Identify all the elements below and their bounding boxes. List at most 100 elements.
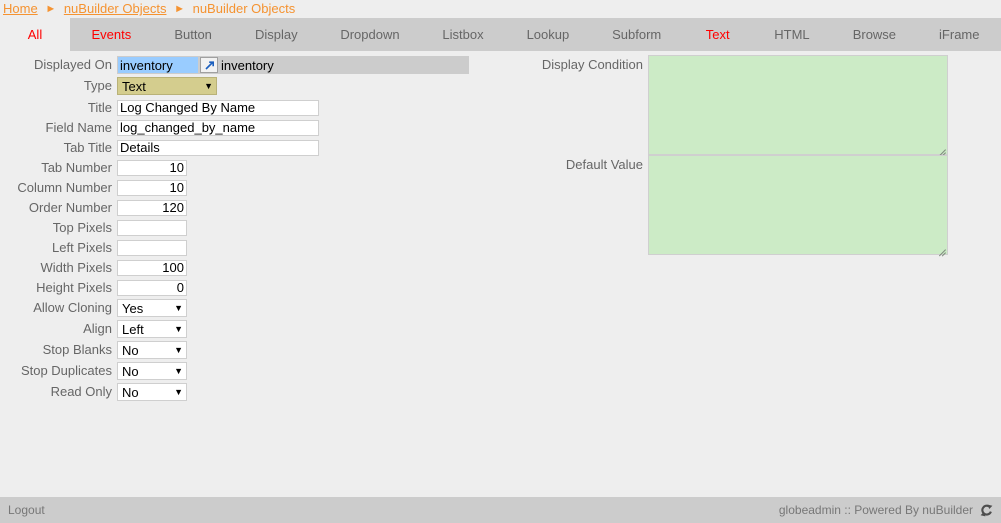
- field-type: Type Text ▼: [0, 76, 217, 96]
- tab-label: Listbox: [442, 27, 484, 42]
- align-value: Left: [122, 321, 144, 337]
- breadcrumb-separator-icon: ►: [174, 3, 185, 15]
- field-stop-duplicates: Stop Duplicates No ▼: [0, 361, 187, 381]
- field-label-tab-number: Tab Number: [41, 160, 112, 175]
- chevron-down-icon: ▼: [174, 323, 183, 334]
- tab-label: Lookup: [526, 27, 570, 42]
- type-select-value: Text: [122, 78, 146, 94]
- tab-listbox[interactable]: Listbox: [421, 18, 505, 51]
- field-label-display-condition: Display Condition: [541, 57, 643, 72]
- tab-label: Display: [254, 27, 298, 42]
- tab-label: HTML: [774, 27, 810, 42]
- field-align: Align Left ▼: [0, 319, 187, 339]
- tab-lookup[interactable]: Lookup: [505, 18, 591, 51]
- tab-label: Dropdown: [340, 27, 400, 42]
- title-input[interactable]: [117, 100, 319, 116]
- breadcrumb-item-home[interactable]: Home: [3, 1, 38, 16]
- tab-subform[interactable]: Subform: [591, 18, 683, 51]
- top-pixels-input[interactable]: [117, 220, 187, 236]
- order-number-input[interactable]: [117, 200, 187, 216]
- logout-button[interactable]: Logout: [8, 503, 45, 517]
- footer-bar: Logout globeadmin :: Powered By nuBuilde…: [0, 497, 1001, 523]
- tab-number-input[interactable]: [117, 160, 187, 176]
- breadcrumb-item-current: nuBuilder Objects: [192, 1, 296, 16]
- display-condition-textarea-wrap: [648, 55, 948, 155]
- tab-dropdown[interactable]: Dropdown: [319, 18, 421, 51]
- field-allow-cloning: Allow Cloning Yes ▼: [0, 298, 187, 318]
- field-tab-title: Tab Title: [0, 138, 319, 158]
- field-label-top-pixels: Top Pixels: [52, 220, 112, 235]
- breadcrumb-item-nubuilder-objects[interactable]: nuBuilder Objects: [64, 1, 167, 16]
- display-condition-textarea[interactable]: [649, 56, 947, 154]
- field-left-pixels: Left Pixels: [0, 238, 187, 258]
- stop-blanks-value: No: [122, 342, 139, 358]
- field-top-pixels: Top Pixels: [0, 218, 187, 238]
- stop-blanks-select[interactable]: No ▼: [117, 341, 187, 359]
- read-only-select[interactable]: No ▼: [117, 383, 187, 401]
- refresh-icon[interactable]: [980, 504, 993, 517]
- tab-label: All: [27, 27, 43, 42]
- field-label-height-pixels: Height Pixels: [36, 280, 112, 295]
- tab-html[interactable]: HTML: [753, 18, 832, 51]
- width-pixels-input[interactable]: [117, 260, 187, 276]
- tab-title-input[interactable]: [117, 140, 319, 156]
- tab-label: Button: [174, 27, 212, 42]
- tab-label: Subform: [612, 27, 662, 42]
- field-order-number: Order Number: [0, 198, 187, 218]
- tab-button[interactable]: Button: [153, 18, 234, 51]
- tab-label: iFrame: [939, 27, 980, 42]
- type-select[interactable]: Text ▼: [117, 77, 217, 95]
- tab-bar: All Events Button Display Dropdown Listb…: [0, 18, 1001, 51]
- chevron-down-icon: ▼: [174, 344, 183, 355]
- field-stop-blanks: Stop Blanks No ▼: [0, 340, 187, 360]
- lookup-arrow-icon: [204, 60, 214, 70]
- field-label-order-number: Order Number: [28, 200, 112, 215]
- displayed-on-code-input[interactable]: [118, 57, 198, 73]
- displayed-on-description: inventory: [221, 57, 274, 73]
- stop-duplicates-value: No: [122, 363, 139, 379]
- field-label-stop-blanks: Stop Blanks: [42, 342, 112, 357]
- chevron-down-icon: ▼: [174, 365, 183, 376]
- column-number-input[interactable]: [117, 180, 187, 196]
- field-label-width-pixels: Width Pixels: [40, 260, 112, 275]
- field-display-condition: Display Condition: [523, 55, 948, 155]
- field-tab-number: Tab Number: [0, 158, 187, 178]
- tab-display[interactable]: Display: [233, 18, 319, 51]
- tab-all[interactable]: All: [0, 18, 70, 51]
- field-label-displayed-on: Displayed On: [33, 57, 112, 72]
- footer-right-group: globeadmin :: Powered By nuBuilder: [779, 503, 993, 517]
- tab-iframe[interactable]: iFrame: [918, 18, 1001, 51]
- read-only-value: No: [122, 384, 139, 400]
- field-name-input[interactable]: [117, 120, 319, 136]
- field-label-tab-title: Tab Title: [63, 140, 112, 155]
- left-pixels-input[interactable]: [117, 240, 187, 256]
- field-default-value: Default Value: [523, 155, 948, 255]
- resize-handle-icon[interactable]: [935, 142, 946, 153]
- tab-text[interactable]: Text: [683, 18, 753, 51]
- tab-label: Browse: [852, 27, 897, 42]
- tab-label: Text: [705, 27, 730, 42]
- breadcrumb: Home ► nuBuilder Objects ► nuBuilder Obj…: [0, 0, 1001, 18]
- field-height-pixels: Height Pixels: [0, 278, 187, 298]
- default-value-textarea[interactable]: [649, 156, 947, 254]
- field-label-default-value: Default Value: [565, 157, 643, 172]
- lookup-button[interactable]: [200, 57, 218, 73]
- resize-handle-icon[interactable]: [935, 242, 946, 253]
- height-pixels-input[interactable]: [117, 280, 187, 296]
- tab-label: Events: [91, 27, 132, 42]
- field-width-pixels: Width Pixels: [0, 258, 187, 278]
- field-column-number: Column Number: [0, 178, 187, 198]
- field-label-stop-duplicates: Stop Duplicates: [20, 363, 112, 378]
- form-area: Displayed On inventory Type Text ▼ Title…: [0, 51, 1001, 495]
- chevron-down-icon: ▼: [204, 80, 213, 91]
- stop-duplicates-select[interactable]: No ▼: [117, 362, 187, 380]
- field-label-allow-cloning: Allow Cloning: [33, 300, 112, 315]
- field-label-align: Align: [83, 321, 112, 336]
- tab-browse[interactable]: Browse: [831, 18, 917, 51]
- field-label-column-number: Column Number: [17, 180, 112, 195]
- allow-cloning-select[interactable]: Yes ▼: [117, 299, 187, 317]
- align-select[interactable]: Left ▼: [117, 320, 187, 338]
- field-field-name: Field Name: [0, 118, 319, 138]
- tab-events[interactable]: Events: [70, 18, 153, 51]
- field-title: Title: [0, 98, 319, 118]
